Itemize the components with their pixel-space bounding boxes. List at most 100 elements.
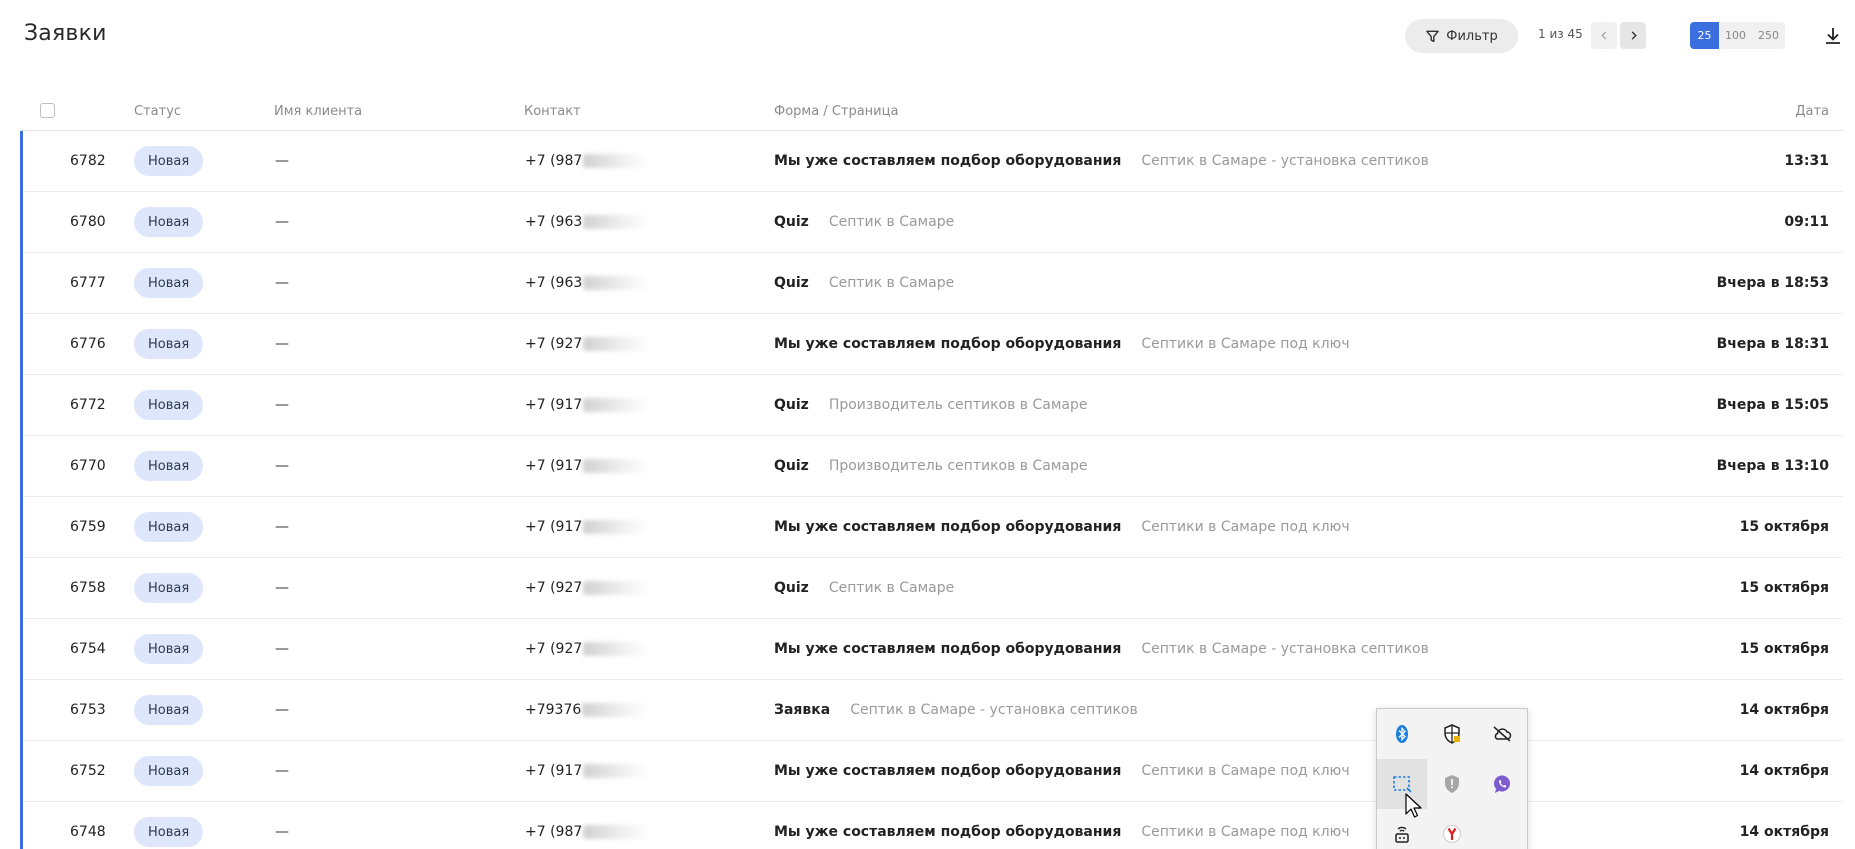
next-page-button[interactable]: [1620, 22, 1646, 49]
table-row[interactable]: 6748 Новая — +7 (987 Мы уже составляем подбо…: [23, 802, 1843, 849]
client-name: —: [275, 275, 289, 291]
request-id: 6776: [70, 336, 106, 352]
client-name: —: [275, 763, 289, 779]
select-all-checkbox[interactable]: [40, 103, 55, 118]
contact-cell: +7 (917: [525, 458, 650, 474]
request-id: 6752: [70, 763, 106, 779]
contact-phone: +79376: [525, 702, 582, 718]
page-name: Септики в Самаре под ключ: [1141, 519, 1350, 535]
form-page-cell: Мы уже составляем подбор оборудования Сеп…: [774, 336, 1350, 352]
status-badge[interactable]: Новая: [134, 756, 204, 786]
table-row[interactable]: 6753 Новая — +79376 Заявка Септик в Самаре - …: [23, 680, 1843, 741]
filter-button[interactable]: Фильтр: [1405, 19, 1518, 53]
form-name: Quiz: [774, 458, 809, 474]
form-name: Мы уже составляем подбор оборудования: [774, 336, 1122, 352]
redacted-phone-digits: [582, 703, 649, 717]
client-name: —: [275, 397, 289, 413]
status-badge[interactable]: Новая: [134, 268, 204, 298]
request-id: 6777: [70, 275, 106, 291]
client-name: —: [275, 336, 289, 352]
page-name: Септик в Самаре: [828, 275, 955, 291]
request-date: 14 октября: [1739, 702, 1829, 718]
redacted-phone-digits: [583, 520, 650, 534]
contact-cell: +79376: [525, 702, 649, 718]
status-badge[interactable]: Новая: [134, 512, 204, 542]
mouse-cursor-icon: [1405, 793, 1422, 818]
page-size-25[interactable]: 25: [1690, 22, 1719, 49]
request-date: Вчера в 18:53: [1716, 275, 1829, 291]
status-badge[interactable]: Новая: [134, 146, 204, 176]
table-row[interactable]: 6754 Новая — +7 (927 Мы уже составляем подбо…: [23, 619, 1843, 680]
bluetooth-icon[interactable]: [1377, 709, 1427, 759]
table-row[interactable]: 6772 Новая — +7 (917 Quiz Производитель септи…: [23, 375, 1843, 436]
contact-cell: +7 (987: [525, 153, 650, 169]
column-header-contact[interactable]: Контакт: [524, 104, 581, 119]
contact-cell: +7 (917: [525, 763, 650, 779]
status-badge[interactable]: Новая: [134, 390, 204, 420]
client-name: —: [275, 153, 289, 169]
request-id: 6780: [70, 214, 106, 230]
table-row[interactable]: 6758 Новая — +7 (927 Quiz Септик в Самаре 15 о…: [23, 558, 1843, 619]
table-row[interactable]: 6770 Новая — +7 (917 Quiz Производитель септи…: [23, 436, 1843, 497]
security-shield-icon[interactable]: [1427, 759, 1477, 809]
contact-phone: +7 (917: [525, 458, 583, 474]
contact-phone: +7 (987: [525, 824, 583, 840]
redacted-phone-digits: [583, 825, 650, 839]
form-name: Мы уже составляем подбор оборудования: [774, 824, 1122, 840]
form-name: Мы уже составляем подбор оборудования: [774, 641, 1122, 657]
contact-cell: +7 (963: [525, 275, 650, 291]
form-page-cell: Quiz Септик в Самаре: [774, 214, 954, 230]
status-badge[interactable]: Новая: [134, 329, 204, 359]
contact-cell: +7 (917: [525, 397, 650, 413]
client-name: —: [275, 519, 289, 535]
page-name: Септики в Самаре под ключ: [1141, 824, 1350, 840]
prev-page-button[interactable]: [1591, 22, 1617, 49]
status-badge[interactable]: Новая: [134, 207, 204, 237]
form-page-cell: Мы уже составляем подбор оборудования Сеп…: [774, 153, 1429, 169]
table-row[interactable]: 6782 Новая — +7 (987 Мы уже составляем подбо…: [23, 131, 1843, 192]
client-name: —: [275, 214, 289, 230]
table-row[interactable]: 6752 Новая — +7 (917 Мы уже составляем подбо…: [23, 741, 1843, 802]
column-header-status[interactable]: Статус: [134, 104, 181, 119]
form-page-cell: Quiz Производитель септиков в Самаре: [774, 397, 1088, 413]
contact-phone: +7 (917: [525, 763, 583, 779]
contact-phone: +7 (917: [525, 519, 583, 535]
status-badge[interactable]: Новая: [134, 695, 204, 725]
contact-phone: +7 (927: [525, 641, 583, 657]
column-header-client-name[interactable]: Имя клиента: [274, 104, 362, 119]
download-icon[interactable]: [1822, 25, 1844, 47]
status-badge[interactable]: Новая: [134, 634, 204, 664]
table-row[interactable]: 6780 Новая — +7 (963 Quiz Септик в Самаре 09:1…: [23, 192, 1843, 253]
redacted-phone-digits: [583, 642, 650, 656]
page-name: Септик в Самаре - установка септиков: [1141, 641, 1429, 657]
request-id: 6782: [70, 153, 106, 169]
column-header-date[interactable]: Дата: [1795, 104, 1829, 119]
cloud-offline-icon[interactable]: [1477, 709, 1527, 759]
request-id: 6772: [70, 397, 106, 413]
viber-icon[interactable]: [1477, 759, 1527, 809]
form-name: Quiz: [774, 580, 809, 596]
request-date: 09:11: [1784, 214, 1829, 230]
table-row[interactable]: 6759 Новая — +7 (917 Мы уже составляем подбо…: [23, 497, 1843, 558]
defender-shield-icon[interactable]: [1427, 709, 1477, 759]
form-page-cell: Мы уже составляем подбор оборудования Сеп…: [774, 763, 1350, 779]
status-badge[interactable]: Новая: [134, 573, 204, 603]
contact-cell: +7 (917: [525, 519, 650, 535]
status-badge[interactable]: Новая: [134, 817, 204, 847]
table-header: Статус Имя клиента Контакт Форма / Стран…: [20, 99, 1843, 131]
page-size-100[interactable]: 100: [1719, 22, 1752, 49]
status-badge[interactable]: Новая: [134, 451, 204, 481]
redacted-phone-digits: [583, 398, 650, 412]
page-name: Септик в Самаре: [828, 214, 955, 230]
page-size-250[interactable]: 250: [1752, 22, 1785, 49]
yandex-browser-icon[interactable]: [1427, 809, 1477, 849]
client-name: —: [275, 580, 289, 596]
redacted-phone-digits: [583, 581, 650, 595]
request-date: 14 октября: [1739, 763, 1829, 779]
column-header-form-page[interactable]: Форма / Страница: [774, 104, 898, 119]
funnel-icon: [1426, 30, 1440, 42]
table-row[interactable]: 6776 Новая — +7 (927 Мы уже составляем подбо…: [23, 314, 1843, 375]
table-row[interactable]: 6777 Новая — +7 (963 Quiz Септик в Самаре Вчер…: [23, 253, 1843, 314]
form-name: Мы уже составляем подбор оборудования: [774, 763, 1122, 779]
page-title: Заявки: [24, 21, 107, 46]
